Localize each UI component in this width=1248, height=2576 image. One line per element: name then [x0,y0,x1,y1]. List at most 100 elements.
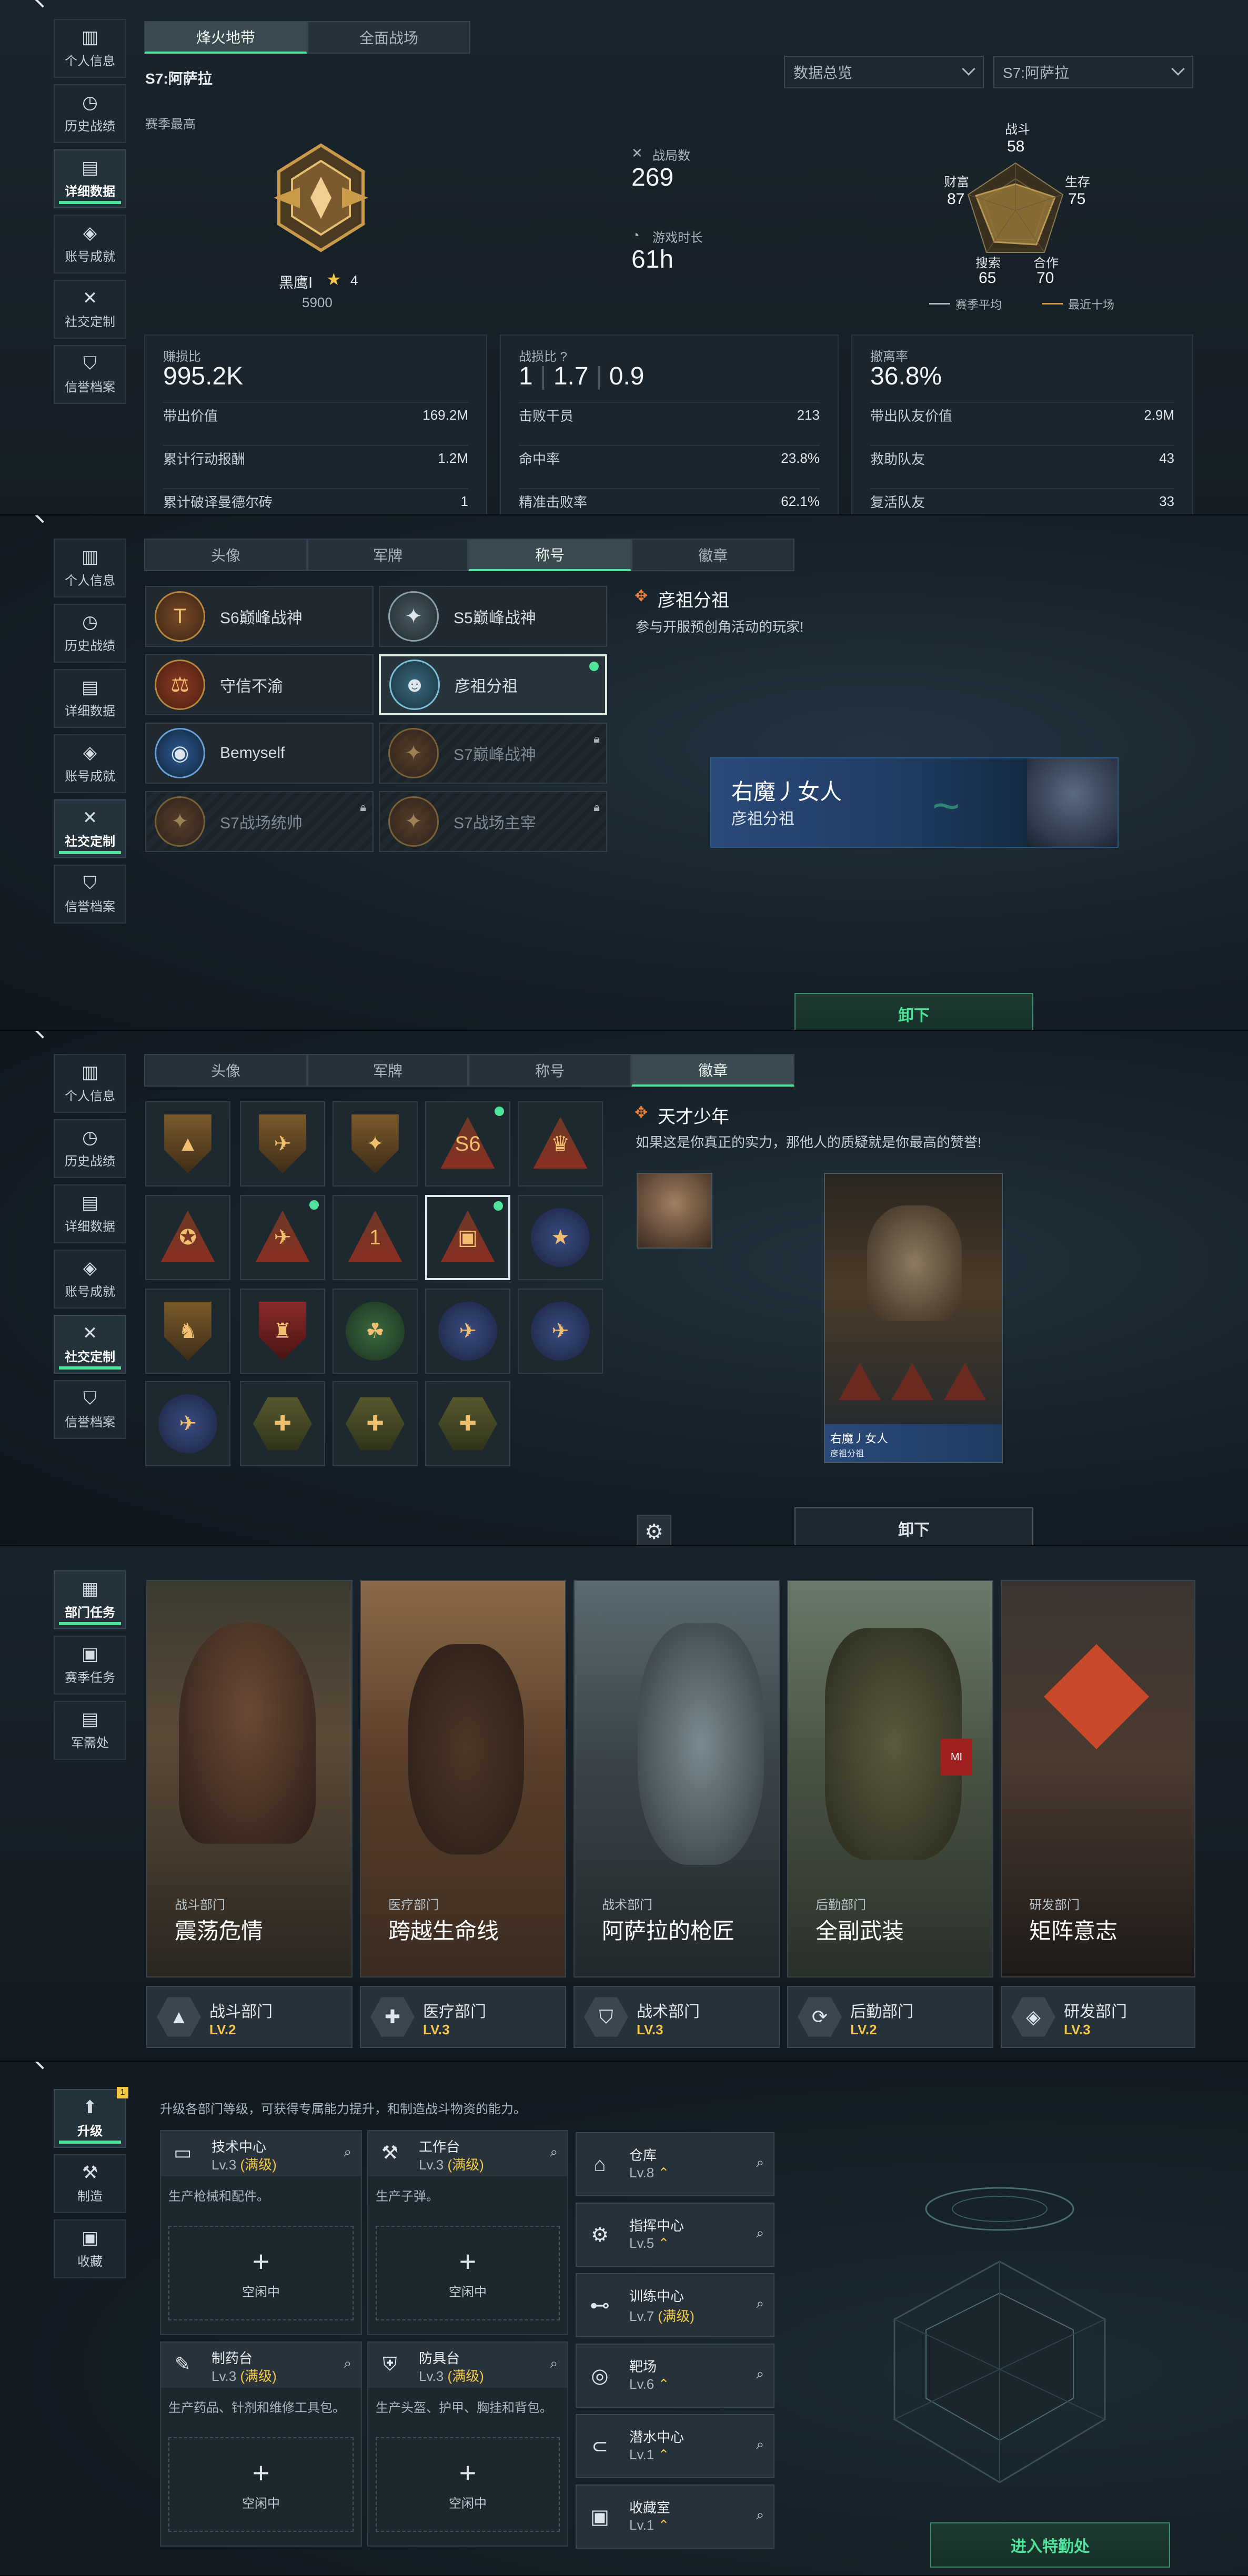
search-icon[interactable]: ⌕ [550,2144,558,2161]
gear-icon[interactable]: ⚙ [637,1515,671,1545]
search-icon[interactable]: ⌕ [756,2507,764,2523]
task-card[interactable]: 医疗部门 跨越生命线 [360,1580,566,1977]
sidebar-item-history[interactable]: ◷ 历史战绩 [54,1119,126,1178]
sidebar-item-season-tasks[interactable]: ▣ 赛季任务 [54,1636,126,1695]
badge-item[interactable]: ♞ [145,1289,230,1374]
production-slot[interactable]: + 空闲中 [168,2437,354,2532]
badge-item[interactable]: ✚ [333,1381,418,1466]
task-card[interactable]: 研发部门 矩阵意志 [1001,1580,1195,1977]
room-warehouse[interactable]: ⌂ 仓库 Lv.8 ⌃ ⌕ [576,2132,774,2196]
sidebar-item-profile[interactable]: ▥ 个人信息 [54,19,126,78]
tab-dogtag[interactable]: 军牌 [307,1054,468,1087]
badge-item[interactable]: ✪ [145,1195,230,1280]
title-item[interactable]: ◉ Bemyself [145,723,374,784]
badge-item[interactable]: 1 [333,1195,418,1280]
facility-armor-bench[interactable]: ⛨ 防具台 Lv.3 (满级) ⌕ 生产头盔、护甲、胸挂和背包。 + 空闲中 [367,2341,568,2547]
sidebar-item-credit[interactable]: ⛉ 信誉档案 [54,345,126,404]
sidebar-item-details[interactable]: ▤ 详细数据 [54,1184,126,1243]
badge-item[interactable]: ✚ [240,1381,325,1466]
room-command[interactable]: ⚙ 指挥中心 Lv.5 ⌃ ⌕ [576,2203,774,2267]
sidebar-item-quartermaster[interactable]: ▤ 军需处 [54,1701,126,1760]
title-item[interactable]: ✦ S5巅峰战神 [379,586,607,647]
badge-item[interactable]: ✈ [425,1289,510,1374]
title-item[interactable]: ⚖ 守信不渝 [145,654,374,715]
sidebar-item-social[interactable]: ✕ 社交定制 [54,280,126,339]
sidebar-item-upgrade[interactable]: ⬆ 升级 [54,2089,126,2148]
badge-item[interactable]: ✈ [240,1101,325,1186]
title-item-locked[interactable]: ✦ S7巅峰战神 🔒︎ [379,723,607,784]
dept-research[interactable]: ◈ 研发部门 LV.3 [1001,1986,1195,2048]
facility-pharmacy[interactable]: ✎ 制药台 Lv.3 (满级) ⌕ 生产药品、针剂和维修工具包。 + 空闲中 [160,2341,362,2547]
badge-item[interactable]: ✈ [240,1195,325,1280]
tab-badge[interactable]: 徽章 [631,539,794,571]
sidebar-item-history[interactable]: ◷ 历史战绩 [54,604,126,663]
sidebar-item-history[interactable]: ◷ 历史战绩 [54,84,126,143]
dept-medical[interactable]: ✚ 医疗部门 LV.3 [360,1986,566,2048]
unequip-button[interactable]: 卸下 [794,1507,1033,1545]
badge-item[interactable]: ✚ [425,1381,510,1466]
task-card[interactable]: 战术部门 阿萨拉的枪匠 [573,1580,780,1977]
search-icon[interactable]: ⌕ [344,2144,351,2161]
badge-item[interactable]: ★ [518,1195,603,1280]
tab-warfare[interactable]: 全面战场 [307,21,470,54]
sidebar-item-achievements[interactable]: ◈ 账号成就 [54,734,126,793]
sidebar-item-details[interactable]: ▤ 详细数据 [54,669,126,728]
search-icon[interactable]: ⌕ [756,2436,764,2453]
room-collection[interactable]: ▣ 收藏室 Lv.1 ⌃ ⌕ [576,2484,774,2549]
tab-title[interactable]: 称号 [468,1054,631,1087]
dept-combat[interactable]: ▲ 战斗部门 LV.2 [146,1986,353,2048]
badge-item[interactable]: ✈ [145,1381,230,1466]
sidebar-item-details[interactable]: ▤ 详细数据 [54,149,126,208]
tab-extraction[interactable]: 烽火地带 [144,21,307,54]
sidebar-item-craft[interactable]: ⚒ 制造 [54,2154,126,2213]
facility-workbench[interactable]: ⚒ 工作台 Lv.3 (满级) ⌕ 生产子弹。 + 空闲中 [367,2130,568,2335]
sidebar-item-achievements[interactable]: ◈ 账号成就 [54,1250,126,1309]
badge-item[interactable]: ✈ [518,1289,603,1374]
enter-special-ops-button[interactable]: 进入特勤处 [930,2522,1170,2568]
room-diving[interactable]: ⊂ 潜水中心 Lv.1 ⌃ ⌕ [576,2414,774,2478]
search-icon[interactable]: ⌕ [756,2225,764,2242]
sidebar-item-dept-tasks[interactable]: ▦ 部门任务 [54,1570,126,1629]
badge-item[interactable]: ♛ [518,1101,603,1186]
search-icon[interactable]: ⌕ [756,2154,764,2171]
production-slot[interactable]: + 空闲中 [376,2437,560,2532]
badge-item[interactable]: S6 [425,1101,510,1186]
room-training[interactable]: ⊷ 训练中心 Lv.7 (满级) ⌕ [576,2273,774,2337]
tab-badge[interactable]: 徽章 [631,1054,794,1087]
title-item[interactable]: T S6巅峰战神 [145,586,374,647]
task-card[interactable]: MI 后勤部门 全副武装 [787,1580,993,1977]
sidebar-item-profile[interactable]: ▥ 个人信息 [54,539,126,597]
tab-avatar[interactable]: 头像 [144,1054,307,1087]
production-slot[interactable]: + 空闲中 [168,2226,354,2320]
search-icon[interactable]: ⌕ [756,2295,764,2312]
dept-logistics[interactable]: ⟳ 后勤部门 LV.2 [787,1986,993,2048]
search-icon[interactable]: ⌕ [756,2366,764,2382]
facility-tech-center[interactable]: ▭ 技术中心 Lv.3 (满级) ⌕ 生产枪械和配件。 + 空闲中 [160,2130,362,2335]
sidebar-item-credit[interactable]: ⛉ 信誉档案 [54,1380,126,1439]
badge-item[interactable]: ▲ [145,1101,230,1186]
task-card[interactable]: 战斗部门 震荡危情 [146,1580,353,1977]
dept-tactical[interactable]: ⛉ 战术部门 LV.3 [573,1986,780,2048]
sidebar-item-collect[interactable]: ▣ 收藏 [54,2219,126,2278]
production-slot[interactable]: + 空闲中 [376,2226,560,2320]
tab-avatar[interactable]: 头像 [144,539,307,571]
room-range[interactable]: ◎ 靶场 Lv.6 ⌃ ⌕ [576,2344,774,2408]
badge-item[interactable]: ♜ [240,1289,325,1374]
title-item-selected[interactable]: ☻ 彦祖分祖 [379,654,607,715]
search-icon[interactable]: ⌕ [550,2355,558,2372]
title-item-locked[interactable]: ✦ S7战场主宰 🔒︎ [379,791,607,852]
tab-dogtag[interactable]: 军牌 [307,539,468,571]
tab-title[interactable]: 称号 [468,539,631,571]
unequip-button[interactable]: 卸下 [794,993,1033,1030]
sidebar-item-achievements[interactable]: ◈ 账号成就 [54,215,126,273]
search-icon[interactable]: ⌕ [344,2355,351,2372]
sidebar-item-credit[interactable]: ⛉ 信誉档案 [54,865,126,924]
sidebar-item-profile[interactable]: ▥ 个人信息 [54,1054,126,1113]
scope-dropdown[interactable]: 数据总览 [784,56,984,88]
sidebar-item-social[interactable]: ✕ 社交定制 [54,799,126,858]
season-dropdown[interactable]: S7:阿萨拉 [993,56,1193,88]
badge-item[interactable]: ☘ [333,1289,418,1374]
badge-item-selected[interactable]: ▣ [425,1195,510,1280]
sidebar-item-social[interactable]: ✕ 社交定制 [54,1315,126,1374]
badge-item[interactable]: ✦ [333,1101,418,1186]
